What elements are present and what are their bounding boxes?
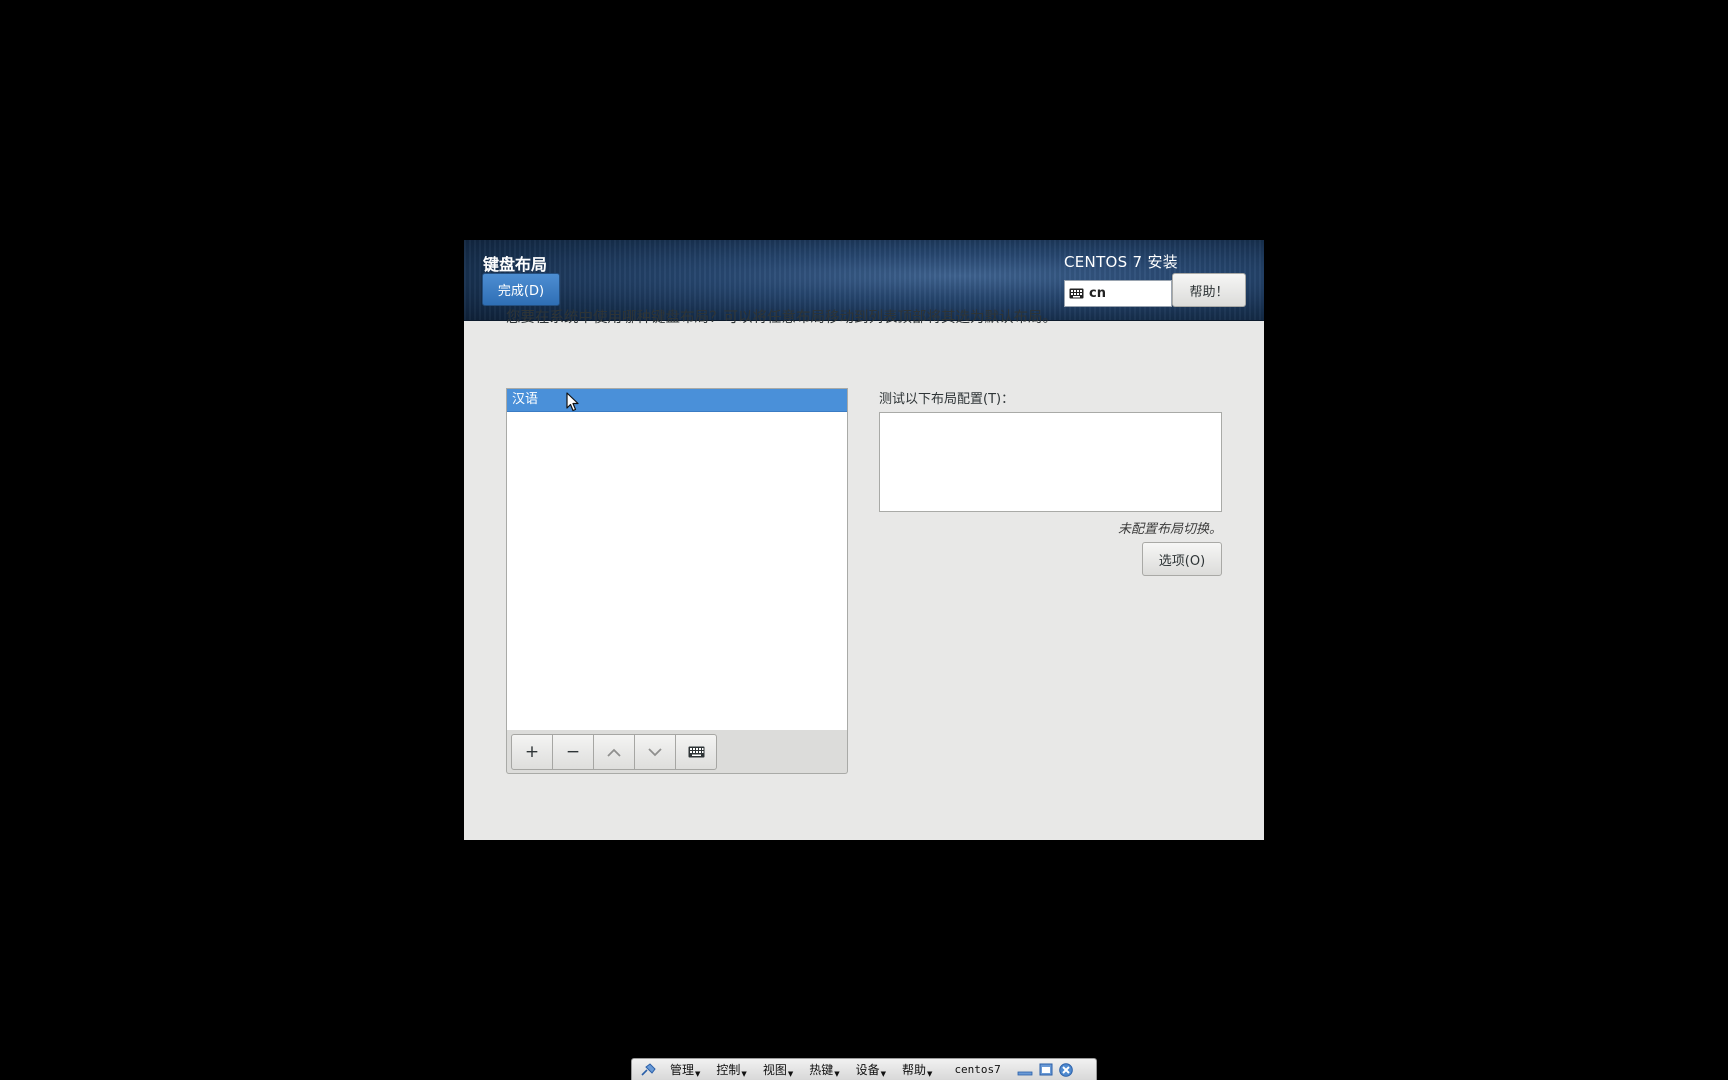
instruction-text: 您要在系统中使用哪种键盘布局？可以将任意布局移动到列表顶部将其选为默认布局。 (506, 310, 1057, 326)
done-button[interactable]: 完成(D) (482, 273, 560, 306)
vm-menu-manage[interactable]: 管理▼ (670, 1061, 700, 1078)
restore-window-icon[interactable] (1039, 1063, 1053, 1076)
product-title: CENTOS 7 安装 (1064, 253, 1179, 271)
keyboard-icon (1069, 288, 1084, 299)
remove-layout-button[interactable]: − (552, 734, 594, 770)
vm-menu-label: 管理 (670, 1063, 695, 1077)
plus-icon: + (524, 742, 540, 762)
dropdown-arrow-icon: ▼ (787, 1070, 794, 1078)
vm-menu-control[interactable]: 控制▼ (716, 1061, 746, 1078)
options-button[interactable]: 选项(O) (1142, 542, 1222, 576)
vm-menu-label: 帮助 (902, 1063, 927, 1077)
vm-menu-label: 热键 (809, 1063, 834, 1077)
vm-menu-devices[interactable]: 设备▼ (856, 1061, 886, 1078)
minus-icon: − (565, 742, 581, 762)
spoke-title: 键盘布局 (483, 255, 548, 274)
no-layout-switch-text: 未配置布局切换。 (1117, 522, 1222, 537)
vm-menu-label: 设备 (855, 1063, 880, 1077)
move-up-button[interactable] (593, 734, 635, 770)
layout-list-toolbar: + − (506, 730, 848, 774)
installer-window: 键盘布局 完成(D) CENTOS 7 安装 cn 帮助！ 您要在系统中使用哪种… (464, 240, 1264, 840)
chevron-down-icon (648, 747, 662, 756)
test-layout-label: 测试以下布局配置(T)： (879, 392, 1015, 407)
keyboard-icon (688, 746, 704, 758)
keyboard-layout-code: cn (1089, 286, 1106, 301)
help-button[interactable]: 帮助！ (1172, 273, 1246, 307)
add-layout-button[interactable]: + (511, 734, 553, 770)
chevron-up-icon (607, 748, 621, 757)
vm-menu-hotkeys[interactable]: 热键▼ (809, 1061, 839, 1078)
layout-list[interactable]: 汉语 (506, 388, 848, 732)
vm-menu-label: 控制 (716, 1063, 741, 1077)
dropdown-arrow-icon: ▼ (741, 1070, 747, 1078)
dropdown-arrow-icon: ▼ (880, 1070, 887, 1078)
move-down-button[interactable] (634, 734, 676, 770)
minimize-icon[interactable] (1017, 1064, 1033, 1076)
close-icon[interactable] (1058, 1062, 1073, 1077)
dropdown-arrow-icon: ▼ (927, 1070, 933, 1078)
list-item[interactable]: 汉语 (507, 389, 847, 412)
pin-icon[interactable] (640, 1062, 656, 1077)
dropdown-arrow-icon: ▼ (834, 1070, 840, 1078)
vm-name: centos7 (954, 1063, 1001, 1076)
preview-layout-button[interactable] (675, 734, 717, 770)
vm-menu-view[interactable]: 视图▼ (763, 1061, 793, 1078)
keyboard-layout-indicator[interactable]: cn (1064, 280, 1172, 307)
mouse-cursor-icon (566, 392, 579, 416)
vm-menu-help[interactable]: 帮助▼ (902, 1061, 932, 1078)
vm-menu-label: 视图 (762, 1063, 787, 1077)
dropdown-arrow-icon: ▼ (695, 1070, 701, 1078)
vm-status-bar: 管理▼ 控制▼ 视图▼ 热键▼ 设备▼ 帮助▼ centos7 (631, 1058, 1097, 1080)
test-layout-textarea[interactable] (879, 412, 1222, 512)
